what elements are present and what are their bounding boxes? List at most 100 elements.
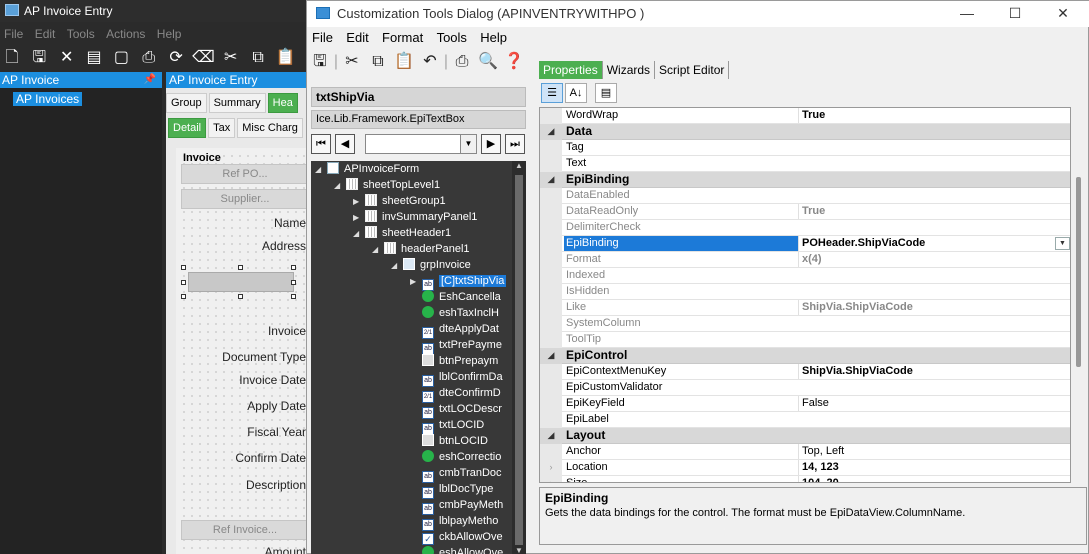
property-grid[interactable]: WordWrap True ◢ Data Tag Text ◢ EpiBinding DataE… [539, 107, 1071, 483]
previous-control-button[interactable]: ◀ [335, 134, 355, 154]
property-row[interactable]: Indexed [540, 268, 1070, 284]
tree-node[interactable]: ◢ grpInvoice [391, 257, 471, 273]
collapse-icon[interactable]: ◢ [540, 124, 562, 140]
property-grid-scrollbar-thumb[interactable] [1076, 177, 1081, 367]
tab-misc-charges[interactable]: Misc Charg [237, 118, 303, 138]
property-row[interactable]: DataEnabled [540, 188, 1070, 204]
tree-node[interactable]: ab cmbPayMeth [410, 497, 503, 515]
print-icon[interactable]: ⎙ [449, 49, 475, 75]
property-row[interactable]: EpiBinding POHeader.ShipViaCode ▼ [540, 236, 1070, 252]
property-row[interactable]: EpiCustomValidator [540, 380, 1070, 396]
chevron-down-icon[interactable]: ▼ [460, 135, 476, 153]
chevron-down-icon[interactable]: ▼ [1055, 237, 1070, 250]
property-value[interactable]: False [798, 396, 1070, 411]
property-pages-icon[interactable]: ▤ [595, 83, 617, 103]
property-value[interactable]: Top, Left [798, 444, 1070, 459]
bg-menu-actions[interactable]: Actions [102, 25, 149, 43]
next-control-button[interactable]: ▶ [481, 134, 501, 154]
tree-node[interactable]: eshTaxInclH [410, 305, 499, 321]
tree-node[interactable]: ▶ invSummaryPanel1 [353, 209, 477, 225]
control-select[interactable]: ▼ [365, 134, 477, 154]
copy-icon[interactable]: ⧉ [246, 46, 270, 70]
save-icon[interactable]: 🖫 [27, 46, 51, 70]
collapse-triangle-icon[interactable]: ◢ [372, 242, 384, 258]
maximize-button[interactable]: ☐ [992, 1, 1038, 27]
property-row[interactable]: Anchor Top, Left [540, 444, 1070, 460]
paste-icon[interactable]: 📋 [273, 46, 297, 70]
property-value[interactable]: 14, 123 [798, 460, 1070, 475]
property-value[interactable]: ShipVia.ShipViaCode [798, 364, 1070, 379]
expand-icon[interactable]: › [540, 460, 562, 476]
tree-node[interactable]: ◢ headerPanel1 [372, 241, 470, 257]
property-row[interactable]: WordWrap True [540, 108, 1070, 124]
tree-node[interactable]: EshCancella [410, 289, 501, 305]
resize-handle[interactable] [291, 265, 296, 270]
collapse-triangle-icon[interactable]: ◢ [391, 258, 403, 274]
bg-menu-help[interactable]: Help [153, 25, 186, 43]
bg-menu-tools[interactable]: Tools [63, 25, 99, 43]
tab-group[interactable]: Group [166, 93, 207, 113]
resize-handle[interactable] [181, 265, 186, 270]
refresh-icon[interactable]: ⟳ [164, 46, 188, 70]
tab-detail[interactable]: Detail [168, 118, 207, 138]
bg-menu-file[interactable]: File [0, 25, 27, 43]
menu-file[interactable]: File [307, 28, 338, 47]
ref-invoice-button[interactable]: Ref Invoice... [181, 520, 309, 540]
collapse-icon[interactable]: ◢ [540, 172, 562, 188]
property-row[interactable]: Format x(4) [540, 252, 1070, 268]
tree-node[interactable]: ab lblConfirmDa [410, 369, 503, 387]
bg-menu-edit[interactable]: Edit [31, 25, 60, 43]
print-icon[interactable]: ⎙ [137, 46, 161, 70]
alphabetical-sort-icon[interactable]: A↓ [565, 83, 587, 103]
property-row[interactable]: ToolTip [540, 332, 1070, 348]
tree-node[interactable]: ◢ sheetHeader1 [353, 225, 451, 241]
tree-node[interactable]: ▶ sheetGroup1 [353, 193, 446, 209]
property-row[interactable]: IsHidden [540, 284, 1070, 300]
tab-wizards[interactable]: Wizards [603, 61, 656, 79]
property-row[interactable]: Text [540, 156, 1070, 172]
property-value[interactable]: 104, 20 [798, 476, 1070, 482]
expand-triangle-icon[interactable]: ▶ [353, 194, 365, 210]
selected-shipvia-field[interactable] [188, 272, 294, 292]
tab-script-editor[interactable]: Script Editor [655, 61, 730, 79]
tree-node[interactable]: 2/1 dteConfirmD [410, 385, 501, 403]
scroll-down-icon[interactable]: ▼ [515, 546, 523, 554]
property-category[interactable]: ◢ EpiBinding [540, 172, 1070, 188]
tree-node[interactable]: ab txtLOCDescr [410, 401, 502, 419]
tree-node[interactable]: btnLOCID [410, 433, 488, 449]
property-category[interactable]: ◢ EpiControl [540, 348, 1070, 364]
resize-handle[interactable] [181, 294, 186, 299]
property-row[interactable]: › Size 104, 20 [540, 476, 1070, 482]
control-tree[interactable]: ◢ APInvoiceForm ◢ sheetTopLevel1 ▶ sheetGroup… [311, 161, 526, 554]
tree-node[interactable]: eshCorrectio [410, 449, 501, 465]
tree-node[interactable]: ab lblDocType [410, 481, 493, 499]
pin-icon[interactable]: 📌 [144, 72, 156, 88]
property-category[interactable]: ◢ Data [540, 124, 1070, 140]
note-icon[interactable]: ▢ [109, 46, 133, 70]
menu-format[interactable]: Format [377, 28, 428, 47]
collapse-icon[interactable]: ◢ [540, 348, 562, 364]
tab-summary[interactable]: Summary [208, 93, 266, 113]
collapse-icon[interactable]: ◢ [540, 428, 562, 444]
close-button[interactable]: ✕ [1040, 1, 1086, 27]
expand-icon[interactable]: › [540, 476, 562, 482]
property-row[interactable]: DataReadOnly True [540, 204, 1070, 220]
property-row[interactable]: Like ShipVia.ShipViaCode [540, 300, 1070, 316]
resize-handle[interactable] [291, 280, 296, 285]
ref-po-button[interactable]: Ref PO... [181, 164, 309, 184]
tree-scrollbar[interactable]: ▲ ▼ [512, 161, 526, 554]
book-icon[interactable]: ▤ [82, 46, 106, 70]
resize-handle[interactable] [291, 294, 296, 299]
tree-node[interactable]: ◢ APInvoiceForm [315, 161, 419, 177]
expand-triangle-icon[interactable]: ▶ [410, 274, 422, 290]
tree-node[interactable]: ab cmbTranDoc [410, 465, 502, 483]
clear-icon[interactable]: ⌫ [191, 46, 215, 70]
property-value[interactable]: True [798, 108, 1070, 123]
delete-icon[interactable]: ✕ [55, 46, 79, 70]
tree-node[interactable]: ✓ ckbAllowOve [410, 529, 503, 545]
property-row[interactable]: Tag [540, 140, 1070, 156]
cut-icon[interactable]: ✂ [339, 49, 365, 75]
menu-edit[interactable]: Edit [341, 28, 373, 47]
resize-handle[interactable] [238, 265, 243, 270]
collapse-triangle-icon[interactable]: ◢ [353, 226, 365, 242]
